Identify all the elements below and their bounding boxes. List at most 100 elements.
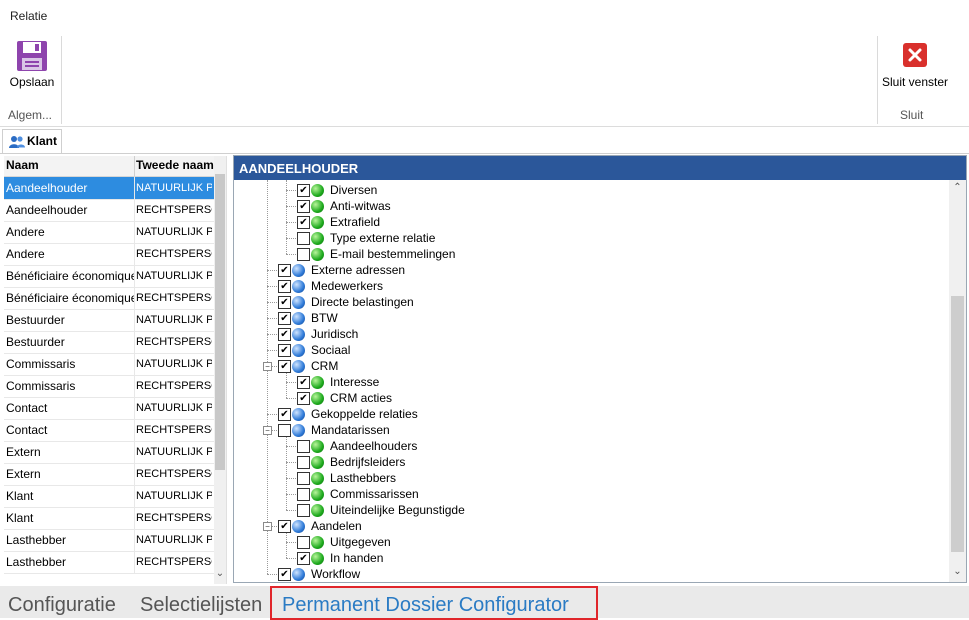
tree-node-label[interactable]: Uitgegeven xyxy=(330,535,391,549)
tree-node-label[interactable]: E-mail bestemmelingen xyxy=(330,247,455,261)
checked-checkbox[interactable]: ✔ xyxy=(297,200,310,213)
table-row[interactable]: Aandeelhouder RECHTSPERSO xyxy=(4,199,214,222)
checked-checkbox[interactable]: ✔ xyxy=(278,312,291,325)
checked-checkbox[interactable]: ✔ xyxy=(278,296,291,309)
table-row[interactable]: Klant RECHTSPERSO xyxy=(4,507,214,530)
checked-checkbox[interactable]: ✔ xyxy=(278,328,291,341)
checked-checkbox[interactable]: ✔ xyxy=(278,360,291,373)
tree-node-label[interactable]: Bedrijfsleiders xyxy=(330,455,405,469)
table-row[interactable]: Klant NATUURLIJK P xyxy=(4,485,214,508)
table-row[interactable]: Andere RECHTSPERSO xyxy=(4,243,214,266)
tree-node-label[interactable]: Aandelen xyxy=(311,519,362,533)
tree-node-label[interactable]: BTW xyxy=(311,311,338,325)
unchecked-checkbox[interactable] xyxy=(297,440,310,453)
unchecked-checkbox[interactable] xyxy=(297,472,310,485)
tree-node: ✔ Directe belastingen xyxy=(234,295,934,311)
checked-checkbox[interactable]: ✔ xyxy=(278,264,291,277)
tree-node-label[interactable]: Mandatarissen xyxy=(311,423,390,437)
tree-node-label[interactable]: Juridisch xyxy=(311,327,358,341)
tree-node-label[interactable]: Extrafield xyxy=(330,215,380,229)
close-window-button[interactable]: Sluit venster xyxy=(880,40,950,92)
cell-naam: Extern xyxy=(6,467,41,481)
tree-node-label[interactable]: Medewerkers xyxy=(311,279,383,293)
checked-checkbox[interactable]: ✔ xyxy=(278,408,291,421)
list-scrollbar[interactable]: ⌄ xyxy=(214,156,226,584)
table-row[interactable]: Extern NATUURLIJK P xyxy=(4,441,214,464)
table-row[interactable]: Bestuurder NATUURLIJK P xyxy=(4,309,214,332)
collapse-icon[interactable]: − xyxy=(263,362,272,371)
checked-checkbox[interactable]: ✔ xyxy=(297,552,310,565)
green-status-icon xyxy=(311,232,324,245)
unchecked-checkbox[interactable] xyxy=(297,536,310,549)
users-icon xyxy=(9,135,25,149)
table-row[interactable]: Contact NATUURLIJK P xyxy=(4,397,214,420)
checked-checkbox[interactable]: ✔ xyxy=(297,216,310,229)
tree-scroll-thumb[interactable] xyxy=(951,296,964,552)
table-row[interactable]: Lasthebber RECHTSPERSO xyxy=(4,551,214,574)
checked-checkbox[interactable]: ✔ xyxy=(278,344,291,357)
cell-tweede-naam: RECHTSPERSO xyxy=(136,336,212,348)
column-header-tweede-naam[interactable]: Tweede naam xyxy=(136,158,214,172)
unchecked-checkbox[interactable] xyxy=(278,424,291,437)
tree-node-label[interactable]: Interesse xyxy=(330,375,379,389)
group-label-algemeen: Algem... xyxy=(8,108,53,122)
collapse-icon[interactable]: − xyxy=(263,426,272,435)
column-separator xyxy=(134,463,135,485)
tree-node-label[interactable]: Sociaal xyxy=(311,343,350,357)
checked-checkbox[interactable]: ✔ xyxy=(278,568,291,581)
tree-scrollbar[interactable]: ⌃ ⌄ xyxy=(949,180,966,582)
blue-status-icon xyxy=(292,344,305,357)
tree-node-label[interactable]: Directe belastingen xyxy=(311,295,414,309)
unchecked-checkbox[interactable] xyxy=(297,456,310,469)
tree-node-label[interactable]: Gekoppelde relaties xyxy=(311,407,418,421)
checked-checkbox[interactable]: ✔ xyxy=(297,376,310,389)
cell-naam: Extern xyxy=(6,445,41,459)
scroll-down-arrow-icon[interactable]: ⌄ xyxy=(949,566,966,578)
table-row[interactable]: Bénéficiaire économique RECHTSPERSO xyxy=(4,287,214,310)
tree-node-label[interactable]: Diversen xyxy=(330,183,377,197)
tree-node-label[interactable]: Uiteindelijke Begunstigde xyxy=(330,503,465,517)
column-header-naam[interactable]: Naam xyxy=(6,158,132,172)
tree-node-label[interactable]: Commissarissen xyxy=(330,487,419,501)
tree-node-label[interactable]: Lasthebbers xyxy=(330,471,396,485)
tab-configuratie[interactable]: Configuratie xyxy=(8,594,116,617)
table-row[interactable]: Bénéficiaire économique NATUURLIJK P xyxy=(4,265,214,288)
tree-node-label[interactable]: CRM acties xyxy=(330,391,392,405)
column-separator xyxy=(134,397,135,419)
tab-selectielijsten[interactable]: Selectielijsten xyxy=(140,594,262,617)
table-row[interactable]: Aandeelhouder NATUURLIJK P xyxy=(4,177,214,200)
table-row[interactable]: Extern RECHTSPERSO xyxy=(4,463,214,486)
scroll-up-arrow-icon[interactable]: ⌃ xyxy=(949,182,966,194)
table-row[interactable]: Andere NATUURLIJK P xyxy=(4,221,214,244)
table-row[interactable]: Lasthebber NATUURLIJK P xyxy=(4,529,214,552)
tree-node-label[interactable]: Workflow xyxy=(311,567,360,581)
tree-node-label[interactable]: Type externe relatie xyxy=(330,231,435,245)
save-button[interactable]: Opslaan xyxy=(4,37,60,93)
group-separator xyxy=(61,36,62,124)
checked-checkbox[interactable]: ✔ xyxy=(297,184,310,197)
table-row[interactable]: Commissaris RECHTSPERSO xyxy=(4,375,214,398)
collapse-icon[interactable]: − xyxy=(263,522,272,531)
checked-checkbox[interactable]: ✔ xyxy=(297,392,310,405)
tab-permanent-dossier-configurator[interactable]: Permanent Dossier Configurator xyxy=(282,594,569,617)
tab-klant[interactable]: Klant xyxy=(2,129,62,154)
tree-node-label[interactable]: Aandeelhouders xyxy=(330,439,417,453)
unchecked-checkbox[interactable] xyxy=(297,248,310,261)
tree-node-label[interactable]: Anti-witwas xyxy=(330,199,391,213)
table-row[interactable]: Commissaris NATUURLIJK P xyxy=(4,353,214,376)
checked-checkbox[interactable]: ✔ xyxy=(278,520,291,533)
blue-status-icon xyxy=(292,280,305,293)
unchecked-checkbox[interactable] xyxy=(297,504,310,517)
tree-node: ✔ Externe adressen xyxy=(234,263,934,279)
list-scroll-thumb[interactable] xyxy=(215,174,225,470)
unchecked-checkbox[interactable] xyxy=(297,232,310,245)
tree-node-label[interactable]: Externe adressen xyxy=(311,263,405,277)
close-window-label: Sluit venster xyxy=(881,75,949,89)
table-row[interactable]: Bestuurder RECHTSPERSO xyxy=(4,331,214,354)
unchecked-checkbox[interactable] xyxy=(297,488,310,501)
checked-checkbox[interactable]: ✔ xyxy=(278,280,291,293)
scroll-down-arrow-icon[interactable]: ⌄ xyxy=(214,568,226,582)
tree-node-label[interactable]: CRM xyxy=(311,359,338,373)
table-row[interactable]: Contact RECHTSPERSO xyxy=(4,419,214,442)
tree-node-label[interactable]: In handen xyxy=(330,551,383,565)
